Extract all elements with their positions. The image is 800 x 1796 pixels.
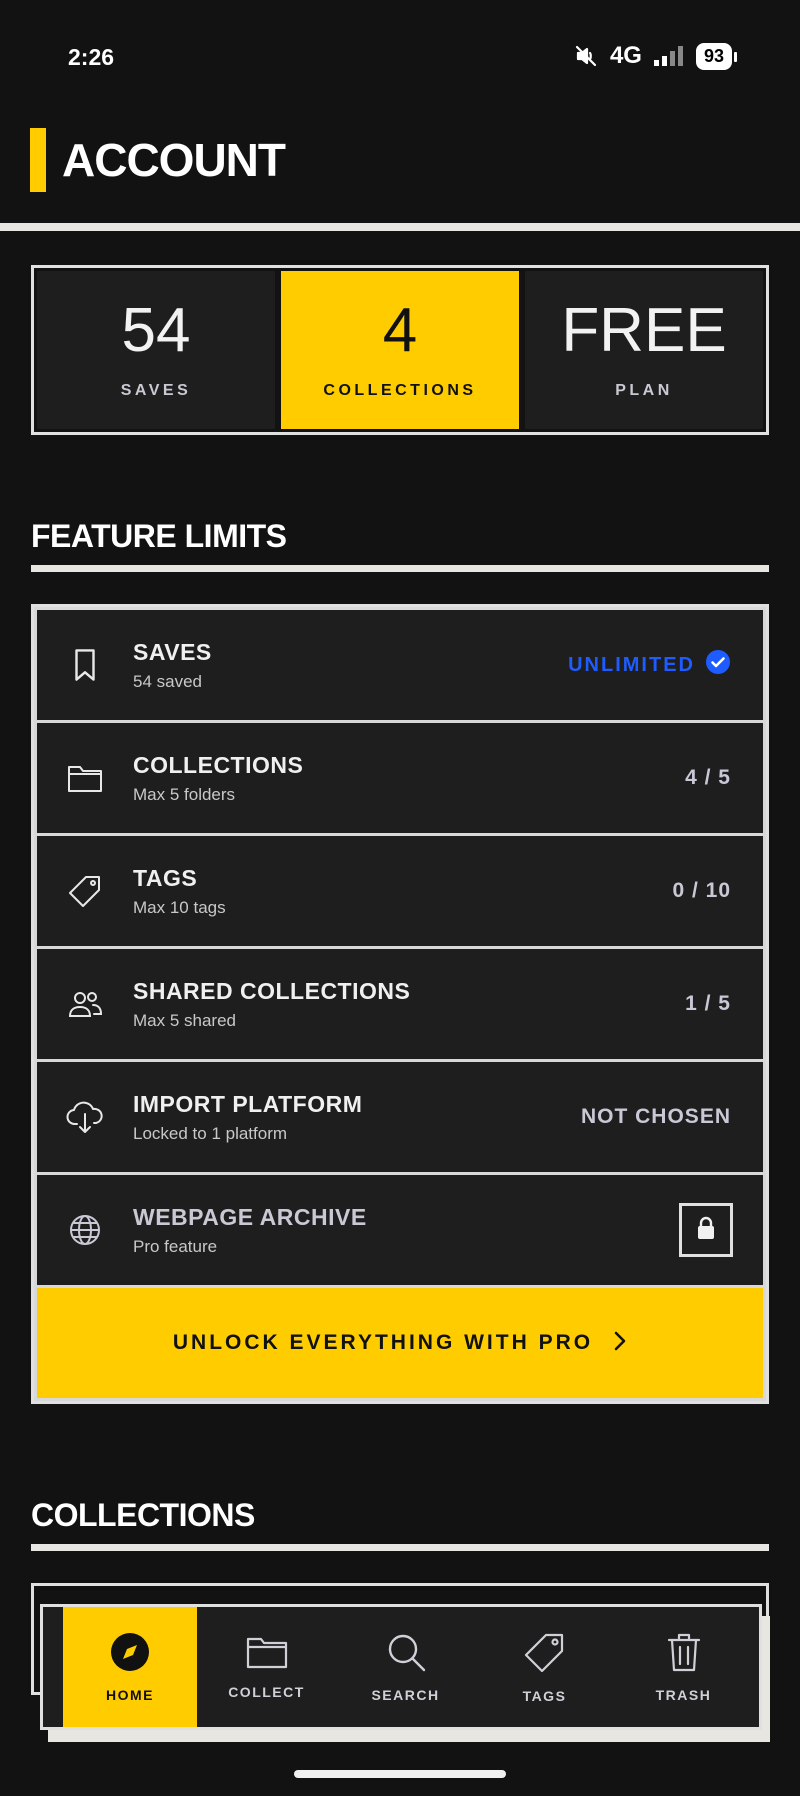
nav-label: TRASH — [655, 1686, 712, 1703]
feature-limits-title: FEATURE LIMITS — [31, 518, 287, 554]
limit-value: 4 / 5 — [685, 766, 731, 789]
page-header: ACCOUNT — [30, 128, 286, 192]
limit-value: 1 / 5 — [685, 992, 731, 1015]
header-divider — [0, 223, 800, 231]
limit-title: TAGS — [133, 864, 198, 891]
nav-label: HOME — [106, 1686, 154, 1703]
limit-row-collections: COLLECTIONS Max 5 folders 4 / 5 — [37, 723, 763, 833]
collections-divider — [31, 1544, 769, 1551]
limit-title: IMPORT PLATFORM — [133, 1090, 363, 1117]
nav-collect[interactable]: COLLECT — [197, 1607, 336, 1727]
collections-title: COLLECTIONS — [31, 1497, 255, 1533]
stat-value: 54 — [121, 296, 191, 365]
limit-value-text: UNLIMITED — [568, 653, 695, 676]
compass-icon — [110, 1632, 150, 1677]
nav-label: COLLECT — [228, 1683, 305, 1700]
stat-saves[interactable]: 54 SAVES — [37, 271, 275, 429]
stat-label: COLLECTIONS — [323, 382, 477, 399]
nav-label: SEARCH — [371, 1686, 440, 1703]
stats-panel: 54 SAVES 4 COLLECTIONS FREE PLAN — [31, 265, 769, 435]
limit-row-import-platform[interactable]: IMPORT PLATFORM Locked to 1 platform NOT… — [37, 1062, 763, 1172]
bookmark-icon — [37, 648, 133, 682]
feature-limits-list: SAVES 54 saved UNLIMITED COLLECTIONS Max… — [31, 604, 769, 1404]
status-bar: 2:26 4G 93 — [0, 0, 800, 115]
limit-subtitle: Max 5 folders — [133, 784, 236, 804]
stat-value: FREE — [561, 296, 727, 365]
limit-title: SAVES — [133, 638, 212, 665]
limit-title: WEBPAGE ARCHIVE — [133, 1203, 367, 1230]
unlock-pro-button[interactable]: UNLOCK EVERYTHING WITH PRO — [37, 1288, 763, 1398]
limit-subtitle: Max 5 shared — [133, 1010, 236, 1030]
stat-value: 4 — [382, 296, 418, 365]
limit-title: COLLECTIONS — [133, 751, 304, 778]
limit-value: NOT CHOSEN — [580, 1105, 731, 1128]
folder-icon — [37, 763, 133, 793]
globe-icon — [37, 1213, 133, 1247]
feature-limits-divider — [31, 565, 769, 572]
stat-label: PLAN — [615, 382, 673, 399]
unlock-pro-label: UNLOCK EVERYTHING WITH PRO — [172, 1331, 594, 1354]
home-indicator[interactable] — [294, 1770, 506, 1778]
limit-title: SHARED COLLECTIONS — [133, 977, 411, 1004]
status-icons: 4G 93 — [574, 42, 738, 70]
users-icon — [37, 989, 133, 1019]
signal-icon — [653, 46, 684, 66]
limit-row-tags: TAGS Max 10 tags 0 / 10 — [37, 836, 763, 946]
limit-value: UNLIMITED — [568, 649, 731, 681]
folder-icon — [246, 1635, 288, 1674]
lock-badge — [679, 1203, 733, 1257]
network-label: 4G — [609, 42, 642, 69]
limit-row-saves: SAVES 54 saved UNLIMITED — [37, 610, 763, 720]
accent-bar — [30, 128, 46, 192]
lock-icon — [696, 1216, 716, 1245]
nav-tags[interactable]: TAGS — [475, 1607, 614, 1727]
limit-value: 0 / 10 — [672, 879, 731, 902]
page-title: ACCOUNT — [62, 134, 286, 186]
stat-collections[interactable]: 4 COLLECTIONS — [281, 271, 519, 429]
cloud-download-icon — [37, 1100, 133, 1134]
nav-search[interactable]: SEARCH — [336, 1607, 475, 1727]
limit-subtitle: Locked to 1 platform — [133, 1123, 288, 1143]
tag-icon — [37, 874, 133, 908]
limit-row-webpage-archive[interactable]: WEBPAGE ARCHIVE Pro feature — [37, 1175, 763, 1285]
bottom-nav: HOME COLLECT SEARCH TAGS TRASH — [40, 1604, 762, 1730]
mute-icon — [574, 44, 598, 68]
nav-label: TAGS — [522, 1687, 567, 1704]
nav-trash[interactable]: TRASH — [614, 1607, 753, 1727]
stat-plan[interactable]: FREE PLAN — [525, 271, 763, 429]
chevron-right-icon — [613, 1330, 627, 1357]
check-circle-icon — [705, 649, 731, 681]
tag-icon — [524, 1631, 566, 1678]
nav-home[interactable]: HOME — [63, 1607, 197, 1727]
limit-subtitle: Max 10 tags — [133, 897, 226, 917]
limit-subtitle: 54 saved — [133, 671, 202, 691]
battery-badge: 93 — [695, 42, 738, 70]
stat-label: SAVES — [120, 382, 192, 399]
status-time: 2:26 — [68, 44, 115, 70]
limit-subtitle: Pro feature — [133, 1236, 218, 1256]
limit-row-shared-collections: SHARED COLLECTIONS Max 5 shared 1 / 5 — [37, 949, 763, 1059]
search-icon — [386, 1632, 426, 1677]
trash-icon — [667, 1632, 701, 1677]
